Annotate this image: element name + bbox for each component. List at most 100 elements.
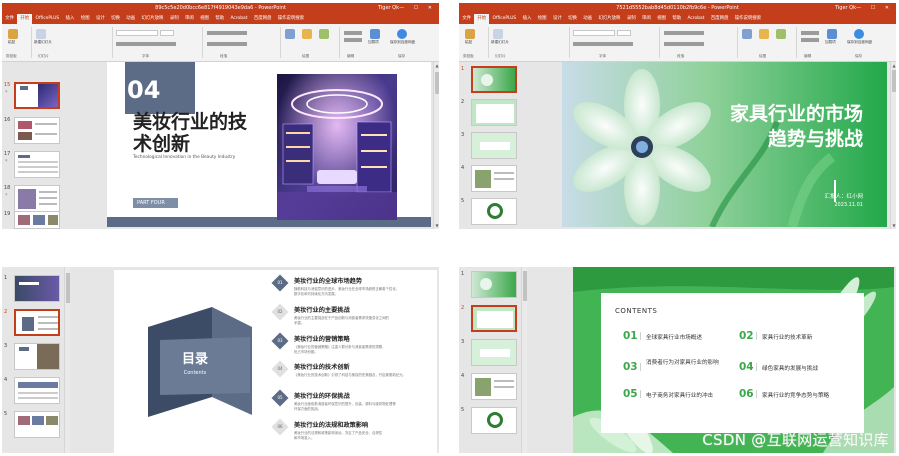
slide-thumbnail-pane[interactable]: 1 2 3 4 5 [2,267,64,453]
font-format-buttons[interactable] [116,42,176,46]
tab-tell-me[interactable]: 操作说明搜索 [732,14,765,24]
paste-icon[interactable] [8,29,18,39]
tab-review[interactable]: 审阅 [182,14,197,24]
slide-thumbnail-pane[interactable]: 15 * 16 17 * 18 * 19 [2,62,64,229]
scroll-up-icon[interactable]: ▲ [434,63,439,68]
tab-home[interactable]: 开始 [17,14,33,24]
toc-item-text[interactable]: 家具行业的技术革新 [762,333,812,341]
paragraph-buttons[interactable] [207,31,247,35]
window-title: 89c5c5e20d0bcc6e817f4919043e9da6 - Power… [155,5,286,11]
toc-item-text[interactable]: 消费者行为对家具行业的影响 [646,359,734,367]
font-size-box[interactable] [617,30,631,36]
baidu-cloud-icon[interactable] [397,29,407,39]
arrange-icon[interactable] [302,29,312,39]
tab-record[interactable]: 录制 [167,14,182,24]
save-baidu-label: 保存到百度网盘 [390,40,416,44]
scroll-down-icon[interactable]: ▼ [891,223,896,228]
shapes-icon[interactable] [742,29,752,39]
replace-button[interactable] [344,38,362,42]
tab-insert[interactable]: 插入 [62,14,77,24]
paragraph-align-buttons[interactable] [207,42,247,46]
tab-draw[interactable]: 绘图 [78,14,93,24]
paste-label: 粘贴 [8,40,16,44]
tab-file[interactable]: 文件 [2,14,17,24]
tab-acrobat[interactable]: Acrobat [684,14,707,24]
tab-officeplus[interactable]: OfficePLUS [32,14,62,24]
tab-design[interactable]: 设计 [550,14,565,24]
scroll-thumb[interactable] [66,273,70,303]
tab-acrobat[interactable]: Acrobat [227,14,250,24]
tab-officeplus[interactable]: OfficePLUS [489,14,519,24]
tab-transitions[interactable]: 切换 [108,14,123,24]
font-name-box[interactable] [116,30,158,36]
tab-animations[interactable]: 动画 [580,14,595,24]
slide-canvas[interactable]: 目录 Contents 01 美妆行业的全球市场趋势 随着科技与消费意识的进步，… [114,270,437,453]
window-controls[interactable]: — ☐ ✕ [399,3,436,14]
scroll-down-icon[interactable]: ▼ [434,223,439,228]
scroll-thumb[interactable] [435,72,439,94]
slide-number: 4 [4,377,8,383]
toc-item-text[interactable]: 家具行业的竞争态势与策略 [762,391,829,399]
tab-baidu[interactable]: 百度网盘 [251,14,275,24]
shapes-icon[interactable] [285,29,295,39]
slides-group-label: 幻灯片 [495,54,506,58]
slide-canvas[interactable]: 04 美妆行业的技术创新 Technological Innovation in… [107,62,431,227]
tab-baidu[interactable]: 百度网盘 [708,14,732,24]
divider [339,27,340,58]
tab-animations[interactable]: 动画 [123,14,138,24]
tab-slideshow[interactable]: 幻灯片放映 [595,14,623,24]
animation-star-icon: * [5,193,8,199]
paragraph-align-buttons[interactable] [664,42,704,46]
tab-design[interactable]: 设计 [93,14,108,24]
scroll-up-icon[interactable]: ▲ [891,63,896,68]
slide-vertical-scrollbar[interactable]: ▲ ▼ [890,62,896,229]
window-controls[interactable]: — ☐ ✕ [856,3,893,14]
tab-insert[interactable]: 插入 [519,14,534,24]
toc-item-text[interactable]: 电子商务对家具行业的冲击 [646,391,713,399]
slide-canvas[interactable]: 家具行业的市场 趋势与挑战 汇报人：红小网 2023.11.01 [562,62,887,227]
quick-styles-icon[interactable] [776,29,786,39]
user-name[interactable]: Tiger Qk [835,3,856,14]
slide-thumbnail-pane[interactable]: 1 2 3 4 5 [459,267,521,453]
baidu-cloud-icon[interactable] [854,29,864,39]
new-slide-icon[interactable] [493,29,503,39]
find-button[interactable] [344,31,362,35]
replace-button[interactable] [801,38,819,42]
tab-file[interactable]: 文件 [459,14,474,24]
find-button[interactable] [801,31,819,35]
font-format-buttons[interactable] [573,42,633,46]
tab-transitions[interactable]: 切换 [565,14,580,24]
tab-home[interactable]: 开始 [474,14,490,24]
scroll-thumb[interactable] [892,70,896,92]
font-size-box[interactable] [160,30,174,36]
font-name-box[interactable] [573,30,615,36]
tab-record[interactable]: 录制 [624,14,639,24]
slide-canvas[interactable]: CONTENTS 01 | 全球家具行业市场概述 02 | 家具行业的技术革新 … [573,267,894,453]
arrange-icon[interactable] [759,29,769,39]
paragraph-buttons[interactable] [664,31,704,35]
addin-icon[interactable] [827,29,837,39]
quick-styles-icon[interactable] [319,29,329,39]
thumbnail-scrollbar[interactable] [521,267,527,453]
new-slide-icon[interactable] [36,29,46,39]
paste-icon[interactable] [465,29,475,39]
drawing-group-label: 绘图 [302,54,310,58]
tab-tell-me[interactable]: 操作说明搜索 [275,14,308,24]
tab-draw[interactable]: 绘图 [535,14,550,24]
tab-view[interactable]: 视图 [654,14,669,24]
scroll-thumb[interactable] [523,271,527,301]
toc-item-text[interactable]: 全球家具行业市场概述 [646,333,702,341]
tab-help[interactable]: 帮助 [212,14,227,24]
tab-review[interactable]: 审阅 [639,14,654,24]
slide-thumbnail-pane[interactable]: 1 2 3 4 5 [459,62,521,229]
thumbnail-preview [471,132,517,159]
addin-icon[interactable] [370,29,380,39]
thumbnail-scrollbar[interactable] [64,267,70,453]
user-name[interactable]: Tiger Qk [378,3,399,14]
slide-vertical-scrollbar[interactable]: ▲ ▼ [433,62,439,229]
tab-slideshow[interactable]: 幻灯片放映 [138,14,166,24]
animation-star-icon: * [5,90,8,96]
tab-help[interactable]: 帮助 [669,14,684,24]
tab-view[interactable]: 视图 [197,14,212,24]
toc-item-text[interactable]: 绿色家具的发展与挑战 [762,364,818,372]
